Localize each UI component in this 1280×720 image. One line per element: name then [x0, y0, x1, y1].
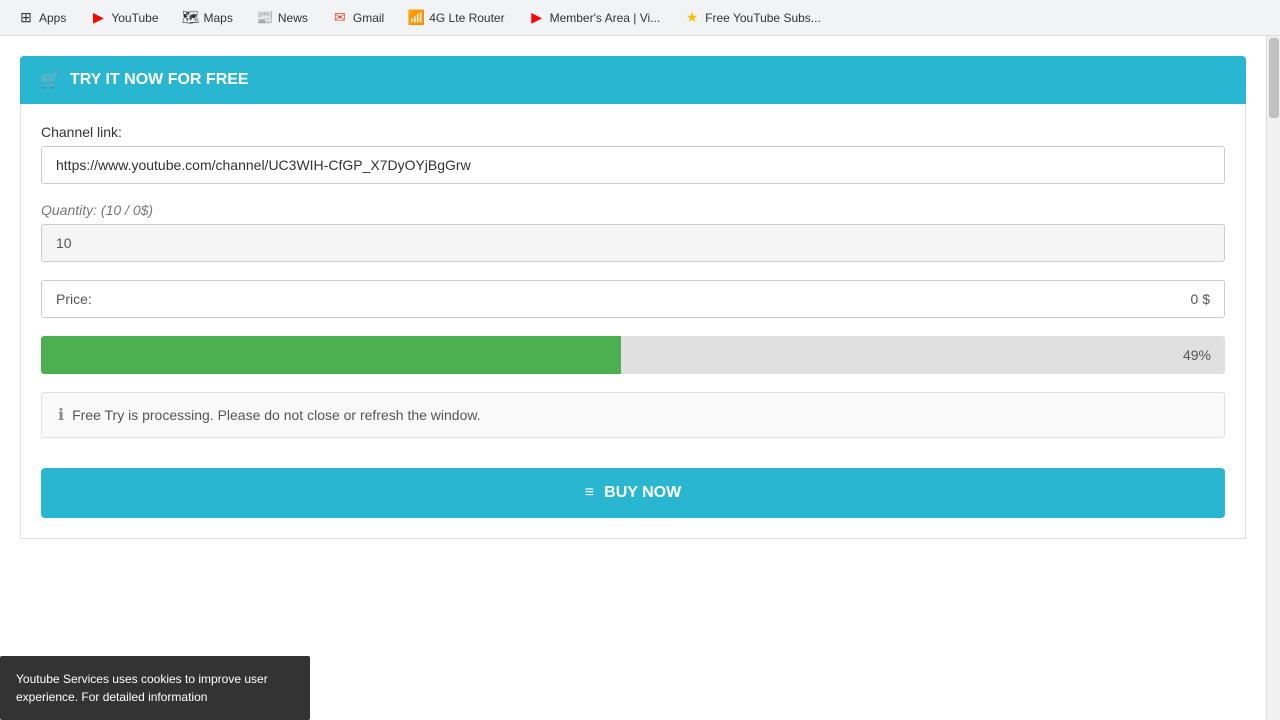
tab-4glte-label: 4G Lte Router: [429, 11, 504, 25]
tab-youtube-label: YouTube: [111, 11, 158, 25]
cookie-banner: Youtube Services uses cookies to improve…: [0, 656, 310, 720]
channel-label: Channel link:: [41, 124, 1225, 140]
channel-field-group: Channel link:: [41, 124, 1225, 184]
members-icon: ▶: [529, 10, 545, 26]
buy-now-label: BUY NOW: [604, 484, 681, 502]
info-box: ℹ Free Try is processing. Please do not …: [41, 392, 1225, 438]
quantity-label: Quantity: (10 / 0$): [41, 202, 1225, 218]
tab-4glte[interactable]: 📶 4G Lte Router: [398, 6, 514, 30]
quantity-input[interactable]: [41, 224, 1225, 262]
tab-apps-label: Apps: [39, 11, 66, 25]
scrollbar-thumb[interactable]: [1269, 38, 1279, 118]
buy-now-icon: ≡: [585, 484, 594, 502]
tab-members-label: Member's Area | Vi...: [550, 11, 661, 25]
info-message: Free Try is processing. Please do not cl…: [72, 407, 481, 423]
main-content: 🛒 TRY IT NOW FOR FREE Channel link: Quan…: [0, 36, 1266, 559]
buy-now-button[interactable]: ≡ BUY NOW: [41, 468, 1225, 518]
price-label: Price:: [56, 291, 92, 307]
section-title: TRY IT NOW FOR FREE: [70, 71, 249, 89]
scrollbar[interactable]: [1266, 36, 1280, 720]
4glte-icon: 📶: [408, 10, 424, 26]
news-icon: 📰: [257, 10, 273, 26]
channel-input[interactable]: [41, 146, 1225, 184]
maps-icon: 🗺: [183, 10, 199, 26]
cookie-text: Youtube Services uses cookies to improve…: [16, 672, 268, 704]
gmail-icon: ✉: [332, 10, 348, 26]
tab-gmail-label: Gmail: [353, 11, 384, 25]
tab-maps-label: Maps: [204, 11, 233, 25]
price-row: Price: 0 $: [41, 280, 1225, 318]
quantity-field-group: Quantity: (10 / 0$): [41, 202, 1225, 262]
section-header: 🛒 TRY IT NOW FOR FREE: [20, 56, 1246, 104]
tab-freesubs[interactable]: ★ Free YouTube Subs...: [674, 6, 831, 30]
progress-bar: [41, 336, 621, 374]
freesubs-icon: ★: [684, 10, 700, 26]
tab-gmail[interactable]: ✉ Gmail: [322, 6, 394, 30]
price-value: 0 $: [1191, 291, 1210, 307]
youtube-icon: ▶: [90, 10, 106, 26]
tab-maps[interactable]: 🗺 Maps: [173, 6, 243, 30]
tab-freesubs-label: Free YouTube Subs...: [705, 11, 821, 25]
tab-apps[interactable]: ⊞ Apps: [8, 6, 76, 30]
cart-icon: 🛒: [40, 70, 60, 90]
form-section: Channel link: Quantity: (10 / 0$) Price:…: [20, 104, 1246, 539]
apps-icon: ⊞: [18, 10, 34, 26]
tab-news-label: News: [278, 11, 308, 25]
browser-tab-bar: ⊞ Apps ▶ YouTube 🗺 Maps 📰 News ✉ Gmail 📶…: [0, 0, 1280, 36]
tab-news[interactable]: 📰 News: [247, 6, 318, 30]
info-icon: ℹ: [58, 405, 64, 425]
tab-youtube[interactable]: ▶ YouTube: [80, 6, 168, 30]
progress-label: 49%: [1183, 347, 1211, 363]
tab-members[interactable]: ▶ Member's Area | Vi...: [519, 6, 671, 30]
progress-container: 49%: [41, 336, 1225, 374]
